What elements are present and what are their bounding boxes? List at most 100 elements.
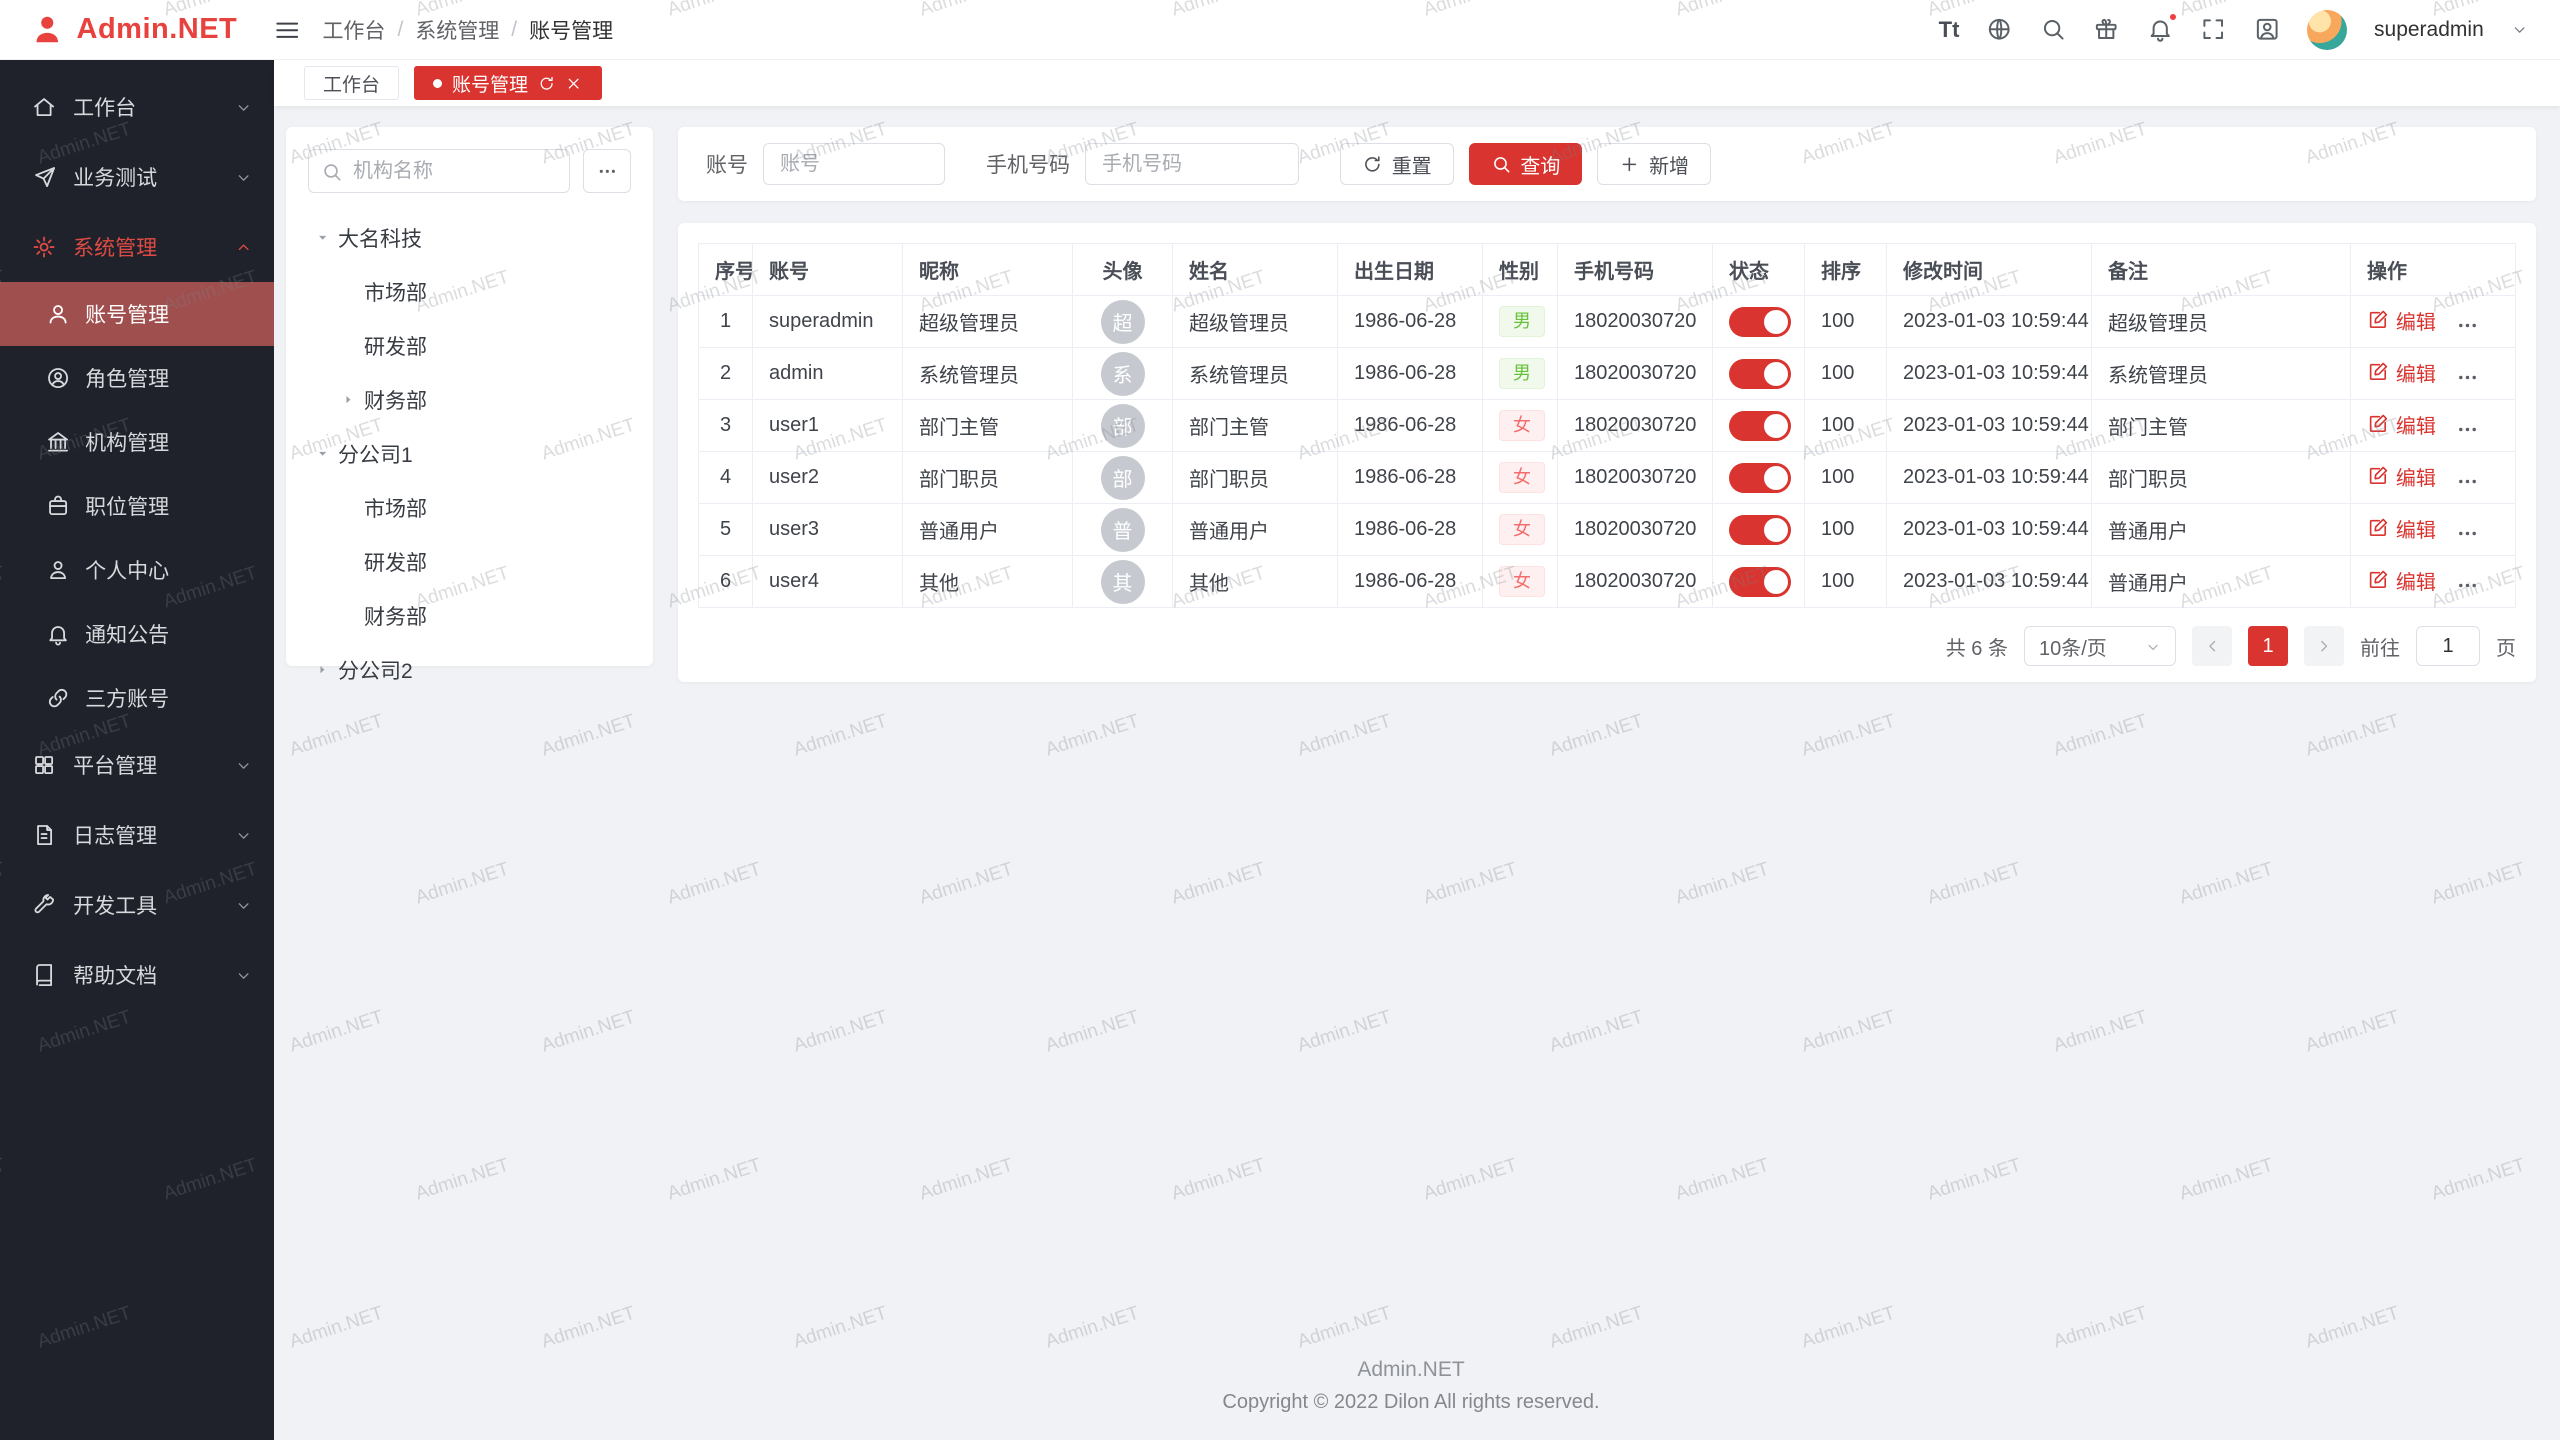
collapse-menu-icon[interactable] xyxy=(274,15,300,43)
page-size-select[interactable]: 10条/页 xyxy=(2024,626,2176,666)
tab-account-management[interactable]: 账号管理 xyxy=(414,66,602,100)
more-actions-button[interactable] xyxy=(2456,418,2479,441)
table-row: 4user2部门职员部部门职员1986-06-28女18020030720100… xyxy=(699,452,2516,504)
more-actions-button[interactable] xyxy=(2456,366,2479,389)
sidebar-subitem-2-1[interactable]: 角色管理 xyxy=(0,346,274,410)
tab-workbench[interactable]: 工作台 xyxy=(304,66,399,100)
avatar: 超 xyxy=(1101,300,1145,344)
theme-icon[interactable] xyxy=(2093,16,2119,42)
edit-button[interactable]: 编辑 xyxy=(2367,514,2436,543)
sidebar-item-4[interactable]: 日志管理 xyxy=(0,800,274,870)
cell-avatar: 超 xyxy=(1073,296,1173,348)
locale-icon[interactable] xyxy=(1986,16,2012,42)
breadcrumb-separator: / xyxy=(397,18,403,42)
user-avatar[interactable] xyxy=(2307,10,2347,50)
caret-down-icon[interactable] xyxy=(308,445,338,462)
sidebar-item-1[interactable]: 业务测试 xyxy=(0,142,274,212)
more-actions-button[interactable] xyxy=(2456,314,2479,337)
tree-node-0[interactable]: 大名科技 xyxy=(308,211,631,265)
gender-tag: 女 xyxy=(1499,566,1545,597)
fullscreen-icon[interactable] xyxy=(2200,16,2226,42)
avatar: 部 xyxy=(1101,456,1145,500)
status-toggle[interactable] xyxy=(1729,515,1791,545)
reset-button[interactable]: 重置 xyxy=(1340,143,1454,185)
tree-node-1[interactable]: 市场部 xyxy=(308,265,631,319)
accounts-table: 序号账号昵称头像姓名出生日期性别手机号码状态排序修改时间备注操作 1supera… xyxy=(698,243,2516,608)
current-page-button[interactable]: 1 xyxy=(2248,626,2288,666)
caret-right-icon[interactable] xyxy=(308,661,338,678)
cell-avatar: 部 xyxy=(1073,400,1173,452)
tab-close-icon[interactable] xyxy=(565,74,582,92)
tree-node-label: 分公司2 xyxy=(338,655,413,685)
more-actions-button[interactable] xyxy=(2456,470,2479,493)
search-icon[interactable] xyxy=(2040,16,2066,42)
cell-modified: 2023-01-03 10:59:44 xyxy=(1887,348,2092,400)
sidebar-subitem-2-0[interactable]: 账号管理 xyxy=(0,282,274,346)
sidebar-subitem-label: 角色管理 xyxy=(85,363,169,393)
add-button[interactable]: 新增 xyxy=(1597,143,1711,185)
column-header-0: 序号 xyxy=(699,244,753,296)
cell-remark: 普通用户 xyxy=(2092,556,2351,608)
breadcrumb-item-workbench[interactable]: 工作台 xyxy=(322,15,385,45)
goto-page-input[interactable] xyxy=(2416,626,2480,666)
sidebar-subitem-2-5[interactable]: 通知公告 xyxy=(0,602,274,666)
cell-phone: 18020030720 xyxy=(1558,348,1713,400)
tree-more-button[interactable] xyxy=(583,149,631,193)
sidebar-item-2[interactable]: 系统管理 xyxy=(0,212,274,282)
caret-right-icon[interactable] xyxy=(334,391,364,408)
tree-node-7[interactable]: 财务部 xyxy=(308,589,631,643)
cell-account: user2 xyxy=(753,452,903,504)
status-toggle[interactable] xyxy=(1729,411,1791,441)
status-toggle[interactable] xyxy=(1729,307,1791,337)
sidebar-subitem-2-3[interactable]: 职位管理 xyxy=(0,474,274,538)
account-input[interactable] xyxy=(763,143,945,185)
table-row: 6user4其他其其他1986-06-28女180200307201002023… xyxy=(699,556,2516,608)
edit-button[interactable]: 编辑 xyxy=(2367,566,2436,595)
more-actions-button[interactable] xyxy=(2456,574,2479,597)
notification-icon[interactable] xyxy=(2147,16,2173,42)
sidebar-item-6[interactable]: 帮助文档 xyxy=(0,940,274,1010)
tree-node-3[interactable]: 财务部 xyxy=(308,373,631,427)
tree-node-4[interactable]: 分公司1 xyxy=(308,427,631,481)
font-size-icon[interactable]: Tt xyxy=(1939,17,1960,43)
next-page-button[interactable] xyxy=(2304,626,2344,666)
user-menu-chevron-icon[interactable] xyxy=(2511,21,2528,38)
cell-birthday: 1986-06-28 xyxy=(1338,348,1483,400)
layout-config-icon[interactable] xyxy=(2254,16,2280,42)
app-header: Admin.NET 工作台 / 系统管理 / 账号管理 Tt superadmi… xyxy=(0,0,2560,60)
edit-button[interactable]: 编辑 xyxy=(2367,462,2436,491)
org-tree: 大名科技市场部研发部财务部分公司1市场部研发部财务部分公司2 xyxy=(308,211,631,697)
tree-node-5[interactable]: 市场部 xyxy=(308,481,631,535)
prev-page-button[interactable] xyxy=(2192,626,2232,666)
tree-node-6[interactable]: 研发部 xyxy=(308,535,631,589)
sidebar-subitem-2-2[interactable]: 机构管理 xyxy=(0,410,274,474)
edit-button[interactable]: 编辑 xyxy=(2367,410,2436,439)
cell-seq: 1 xyxy=(699,296,753,348)
edit-button[interactable]: 编辑 xyxy=(2367,306,2436,335)
sidebar: 工作台业务测试系统管理账号管理角色管理机构管理职位管理个人中心通知公告三方账号平… xyxy=(0,60,274,1440)
tree-node-2[interactable]: 研发部 xyxy=(308,319,631,373)
sidebar-item-label: 日志管理 xyxy=(73,820,157,850)
status-toggle[interactable] xyxy=(1729,463,1791,493)
caret-down-icon[interactable] xyxy=(308,229,338,246)
org-search-input[interactable] xyxy=(308,149,570,193)
cell-seq: 4 xyxy=(699,452,753,504)
search-button[interactable]: 查询 xyxy=(1469,143,1583,185)
sidebar-subitem-2-6[interactable]: 三方账号 xyxy=(0,666,274,730)
sidebar-item-0[interactable]: 工作台 xyxy=(0,72,274,142)
sidebar-item-5[interactable]: 开发工具 xyxy=(0,870,274,940)
status-toggle[interactable] xyxy=(1729,567,1791,597)
home-icon xyxy=(32,95,56,120)
more-actions-button[interactable] xyxy=(2456,522,2479,545)
phone-input[interactable] xyxy=(1085,143,1299,185)
tab-refresh-icon[interactable] xyxy=(538,74,555,92)
edit-button[interactable]: 编辑 xyxy=(2367,358,2436,387)
username[interactable]: superadmin xyxy=(2374,18,2484,42)
status-toggle[interactable] xyxy=(1729,359,1791,389)
table-row: 5user3普通用户普普通用户1986-06-28女18020030720100… xyxy=(699,504,2516,556)
sidebar-subitem-2-4[interactable]: 个人中心 xyxy=(0,538,274,602)
sidebar-subitem-label: 账号管理 xyxy=(85,299,169,329)
breadcrumb-item-system[interactable]: 系统管理 xyxy=(415,15,499,45)
sidebar-item-3[interactable]: 平台管理 xyxy=(0,730,274,800)
tree-node-8[interactable]: 分公司2 xyxy=(308,643,631,697)
